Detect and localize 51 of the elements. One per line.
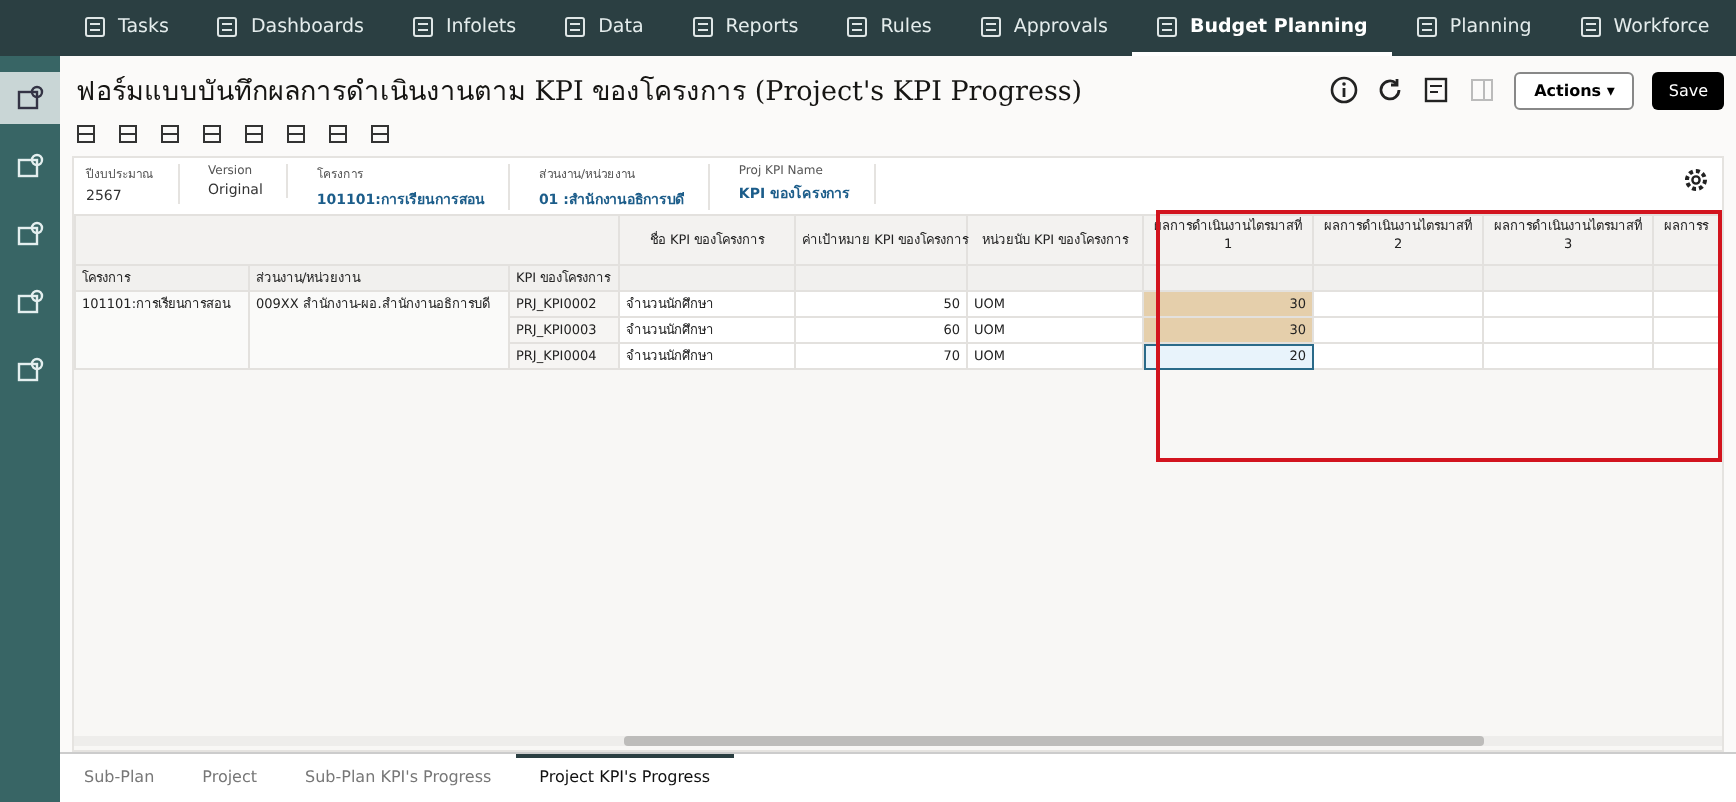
nav-icon	[691, 15, 714, 37]
nav-tab[interactable]: Reports	[667, 0, 823, 56]
nav-icon	[1155, 15, 1178, 37]
input-cell[interactable]	[1483, 291, 1654, 317]
form-tab[interactable]: Sub-Plan KPI's Progress	[281, 758, 516, 802]
nav-icon	[216, 15, 239, 37]
nav-icon	[84, 15, 106, 37]
nav-icon	[1579, 15, 1602, 37]
scrollbar-thumb[interactable]	[624, 736, 1484, 746]
input-cell[interactable]	[1313, 291, 1484, 317]
input-cell[interactable]	[1483, 343, 1654, 369]
sidebar-button[interactable]	[0, 72, 60, 124]
nav-icon	[1415, 15, 1438, 37]
toolbar-icon[interactable]	[202, 124, 222, 144]
toolbar-icon[interactable]	[370, 124, 390, 144]
report-icon[interactable]	[1422, 76, 1451, 104]
nav-tab[interactable]: Dashboards	[192, 0, 388, 56]
toolbar-icon[interactable]	[244, 124, 264, 144]
nav-icon	[846, 15, 869, 37]
toolbar-icon[interactable]	[328, 124, 348, 144]
page-title: ฟอร์มแบบบันทึกผลการดำเนินงานตาม KPI ของโครงการ (Project's KPI Progress)	[76, 74, 1083, 112]
toolbar-icon[interactable]	[286, 124, 306, 144]
toolbar-icon[interactable]	[160, 124, 180, 144]
input-cell[interactable]	[1313, 343, 1484, 369]
info-icon[interactable]	[1330, 76, 1359, 104]
nav-tab[interactable]: Tasks	[60, 0, 193, 56]
save-button[interactable]: Save	[1652, 71, 1724, 109]
nav-icon	[411, 15, 434, 37]
nav-tab[interactable]: Data	[540, 0, 668, 56]
refresh-icon[interactable]	[1376, 76, 1405, 104]
actions-button[interactable]: Actions ▾	[1514, 71, 1635, 109]
form-icon	[16, 356, 44, 384]
input-cell[interactable]	[1313, 317, 1484, 343]
form-icon	[16, 288, 44, 316]
form-tab[interactable]: Project KPI's Progress	[515, 754, 735, 802]
input-cell[interactable]	[1483, 317, 1654, 343]
nav-tab[interactable]: Workforce	[1555, 0, 1734, 56]
form-tab[interactable]: Project	[178, 758, 282, 802]
nav-tab[interactable]: Planning	[1391, 0, 1556, 56]
toolbar-icon[interactable]	[76, 124, 96, 144]
form-tab[interactable]: Sub-Plan	[60, 758, 179, 802]
settings-icon[interactable]	[1682, 166, 1710, 194]
nav-icon	[564, 15, 587, 37]
nav-tab[interactable]: Rules	[822, 0, 956, 56]
form-icon	[16, 220, 44, 248]
toolbar-icon[interactable]	[118, 124, 138, 144]
nav-icon	[979, 15, 1002, 37]
form-icon	[16, 84, 44, 112]
nav-tab[interactable]: Approvals	[955, 0, 1132, 56]
form-icon	[16, 152, 44, 180]
nav-tab[interactable]: Infolets	[387, 0, 541, 56]
